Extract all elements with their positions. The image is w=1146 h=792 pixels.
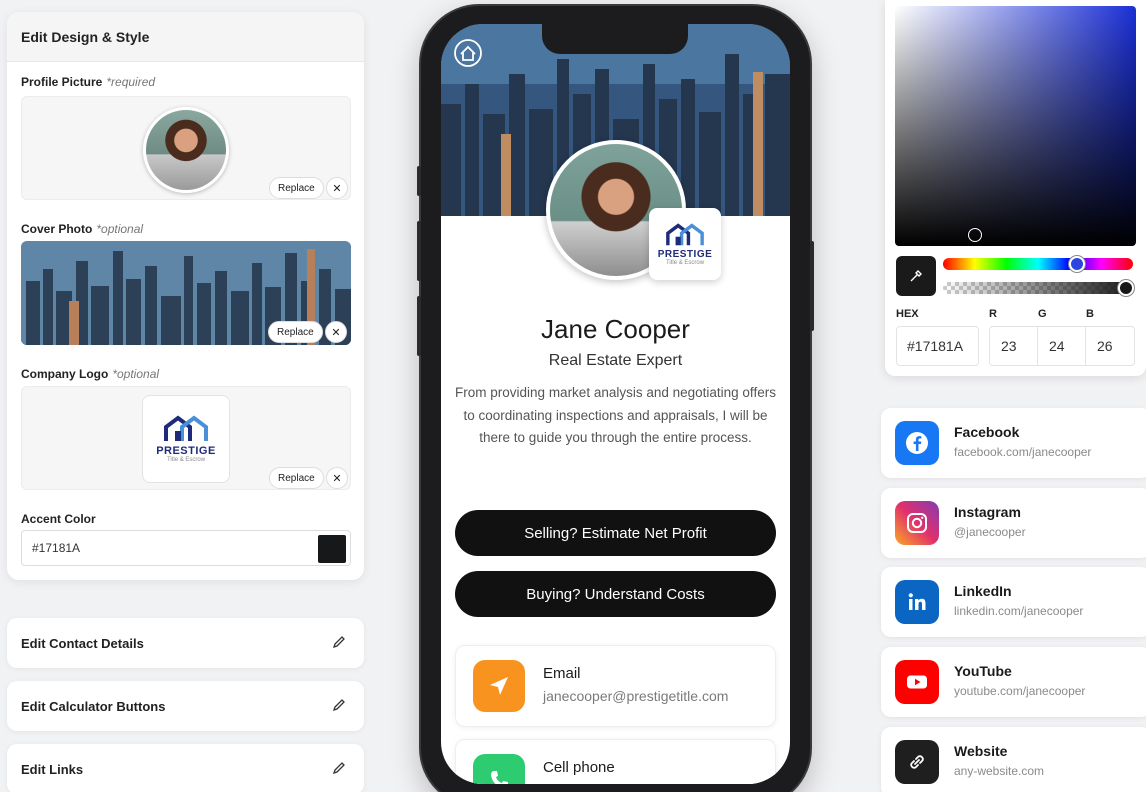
social-link-linkedin[interactable]: LinkedIn linkedin.com/janecooper (881, 567, 1146, 637)
social-link-website[interactable]: Website any-website.com (881, 727, 1146, 792)
accent-color-label: Accent Color (21, 512, 96, 526)
contact-email-title: Email (543, 665, 581, 682)
company-logo-label: Company Logo *optional (21, 367, 160, 381)
b-input[interactable]: 26 (1085, 326, 1135, 366)
prestige-house-icon (666, 222, 704, 245)
replace-profile-button[interactable]: Replace (269, 177, 324, 199)
r-input[interactable]: 23 (989, 326, 1038, 366)
profile-picture-preview (143, 107, 229, 193)
eyedropper-button[interactable] (896, 256, 936, 296)
send-icon (473, 660, 525, 712)
social-link-facebook[interactable]: Facebook facebook.com/janecooper (881, 408, 1146, 478)
logo-tagline: Title & Escrow (166, 457, 206, 463)
pencil-icon[interactable] (332, 698, 346, 712)
social-handle: @janecooper (954, 525, 1026, 539)
replace-logo-button[interactable]: Replace (269, 467, 324, 489)
phone-power-button (810, 241, 814, 331)
social-name: Website (954, 743, 1008, 759)
social-handle: any-website.com (954, 764, 1045, 778)
remove-profile-button[interactable]: ✕ (326, 177, 348, 199)
contact-phone-card[interactable]: Cell phone (455, 739, 776, 784)
hue-slider-knob[interactable] (1069, 256, 1085, 272)
edit-calculator-buttons-row[interactable]: Edit Calculator Buttons (7, 681, 364, 731)
remove-cover-button[interactable]: ✕ (325, 321, 347, 343)
phone-volume-down (417, 296, 421, 356)
edit-contact-details-label: Edit Contact Details (21, 635, 144, 651)
remove-logo-button[interactable]: ✕ (326, 467, 348, 489)
profile-picture-label: Profile Picture *required (21, 75, 156, 89)
instagram-icon (895, 501, 939, 545)
social-name: Facebook (954, 424, 1020, 440)
logo-tagline: Title & Escrow (665, 259, 705, 266)
cover-photo-label: Cover Photo *optional (21, 222, 144, 236)
profile-company-logo: PRESTIGE Title & Escrow (649, 208, 721, 280)
edit-links-label: Edit Links (21, 761, 84, 777)
facebook-icon (895, 421, 939, 465)
linkedin-icon (895, 580, 939, 624)
cover-photo-upload[interactable]: Replace ✕ (21, 241, 351, 345)
phone-mute-switch (417, 166, 421, 196)
social-handle: youtube.com/janecooper (954, 684, 1086, 698)
saturation-handle[interactable] (968, 228, 982, 242)
social-handle: facebook.com/janecooper (954, 445, 1092, 459)
social-link-youtube[interactable]: YouTube youtube.com/janecooper (881, 647, 1146, 717)
social-name: LinkedIn (954, 583, 1012, 599)
hex-input[interactable]: #17181A (896, 326, 979, 366)
hue-slider[interactable] (943, 256, 1133, 272)
contact-phone-title: Cell phone (543, 759, 615, 776)
b-label: B (1086, 308, 1094, 320)
social-link-instagram[interactable]: Instagram @janecooper (881, 488, 1146, 558)
replace-cover-button[interactable]: Replace (268, 321, 323, 343)
contact-email-card[interactable]: Email janecooper@prestigetitle.com (455, 645, 776, 727)
opacity-slider[interactable] (943, 280, 1134, 296)
prestige-house-icon (164, 415, 208, 441)
contact-email-value: janecooper@prestigetitle.com (543, 688, 729, 704)
g-label: G (1038, 308, 1047, 320)
selling-estimate-button[interactable]: Selling? Estimate Net Profit (455, 510, 776, 556)
social-name: YouTube (954, 663, 1012, 679)
pencil-icon[interactable] (332, 761, 346, 775)
phone-icon (473, 754, 525, 784)
opacity-slider-knob[interactable] (1118, 280, 1134, 296)
color-picker: HEX R G B #17181A 23 24 26 (885, 0, 1146, 376)
accent-color-swatch[interactable] (318, 535, 346, 563)
profile-picture-upload[interactable]: Replace ✕ (21, 96, 351, 200)
edit-calculator-buttons-label: Edit Calculator Buttons (21, 698, 166, 714)
phone-screen: PRESTIGE Title & Escrow Jane Cooper Real… (441, 24, 790, 784)
design-style-panel: Edit Design & Style Profile Picture *requ… (7, 12, 364, 580)
logo-wordmark: PRESTIGE (657, 248, 713, 260)
buying-costs-button[interactable]: Buying? Understand Costs (455, 571, 776, 617)
profile-name: Jane Cooper (541, 314, 690, 344)
company-logo-upload[interactable]: PRESTIGE Title & Escrow Replace ✕ (21, 386, 351, 490)
phone-notch (542, 24, 688, 54)
panel-title: Edit Design & Style (7, 12, 364, 62)
saturation-value-area[interactable] (895, 6, 1136, 246)
edit-links-row[interactable]: Edit Links (7, 744, 364, 792)
r-label: R (989, 308, 997, 320)
edit-contact-details-row[interactable]: Edit Contact Details (7, 618, 364, 668)
link-icon (895, 740, 939, 784)
accent-color-input[interactable]: #17181A (21, 530, 351, 566)
social-name: Instagram (954, 504, 1021, 520)
social-handle: linkedin.com/janecooper (954, 604, 1084, 618)
pencil-icon[interactable] (332, 635, 346, 649)
profile-title: Real Estate Expert (548, 352, 683, 369)
company-logo-preview: PRESTIGE Title & Escrow (142, 395, 230, 483)
g-input[interactable]: 24 (1037, 326, 1086, 366)
accent-color-value: #17181A (32, 541, 81, 555)
phone-preview: PRESTIGE Title & Escrow Jane Cooper Real… (417, 6, 814, 792)
profile-bio: From providing market analysis and negot… (455, 385, 776, 445)
hex-label: HEX (896, 308, 919, 320)
youtube-icon (895, 660, 939, 704)
home-icon[interactable] (453, 38, 483, 68)
phone-volume-up (417, 221, 421, 281)
eyedropper-icon (910, 270, 922, 282)
logo-wordmark: PRESTIGE (156, 445, 216, 457)
